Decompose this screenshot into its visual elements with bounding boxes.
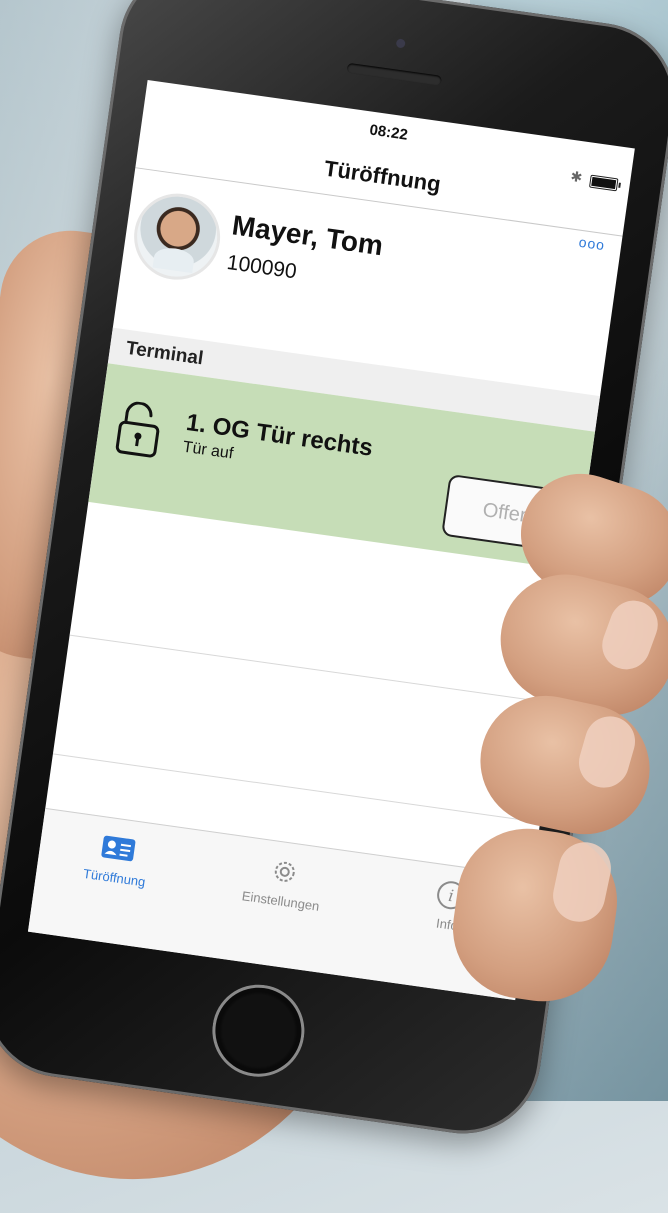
tab-tueroeffnung[interactable]: Türöffnung [44,824,190,897]
unlocked-padlock-icon [115,401,160,458]
tab-label: Türöffnung [82,865,147,890]
id-card-icon [101,835,136,862]
section-label: Terminal [124,337,205,370]
user-id: 100090 [225,250,299,284]
avatar [128,188,226,286]
svg-text:i: i [447,886,455,906]
tab-einstellungen[interactable]: Einstellungen [210,847,356,920]
battery-icon [588,174,619,192]
list-divider [69,634,557,705]
list-divider [52,753,541,823]
tab-label: Einstellungen [240,888,321,914]
gear-icon [274,861,295,882]
bluetooth-icon: ✱ [569,167,584,186]
